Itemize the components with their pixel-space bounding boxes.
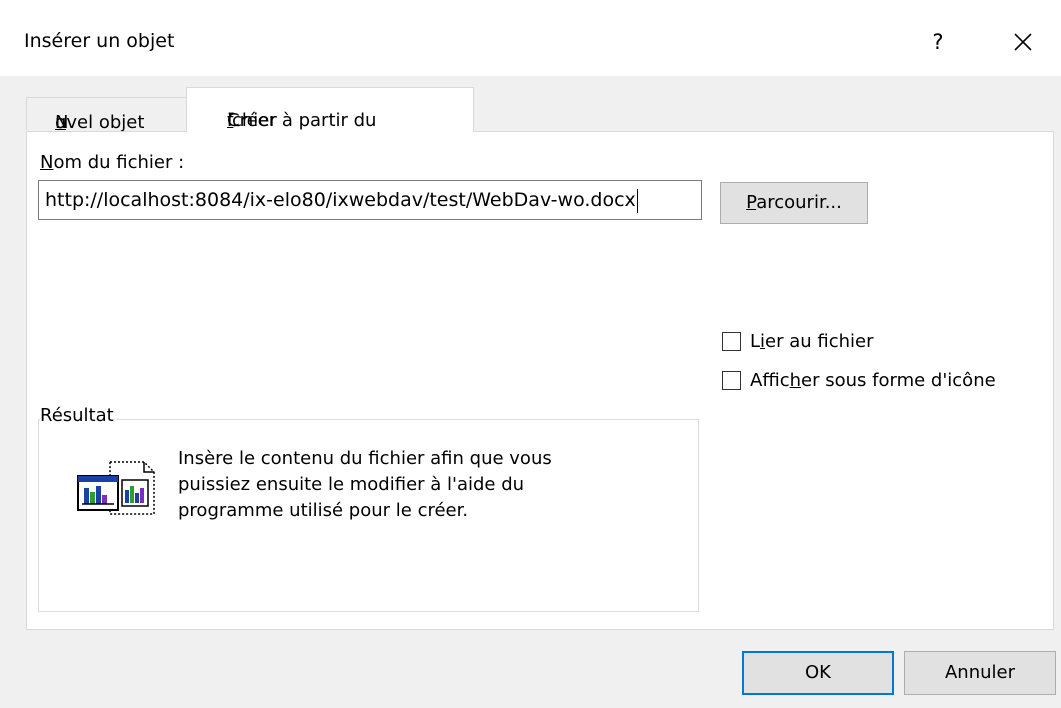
tab-nouvel-objet[interactable]: No uvel objet [26, 97, 188, 133]
display-as-icon-checkbox[interactable]: Afficher sous forme d'icône [722, 370, 996, 391]
dialog-title: Insérer un objet [24, 30, 175, 52]
title-bar: Insérer un objet ? [0, 0, 1061, 76]
checkbox-label: Afficher sous forme d'icône [750, 370, 996, 391]
checkbox-label: Lier au fichier [750, 331, 874, 352]
result-description: Insère le contenu du fichier afin que vo… [178, 446, 678, 524]
result-line: puissiez ensuite le modifier à l'aide du [178, 474, 525, 495]
tab-creer-a-partir-du-fichier[interactable]: Créer à partir du f ichier [186, 87, 474, 132]
close-icon [1014, 33, 1032, 51]
result-line: programme utilisé pour le créer. [178, 500, 469, 521]
help-button[interactable]: ? [916, 20, 960, 64]
embedded-document-icon [77, 461, 155, 515]
cancel-button[interactable]: Annuler [904, 651, 1056, 695]
browse-button[interactable]: Parcourir... [720, 182, 868, 224]
result-line: Insère le contenu du fichier afin que vo… [178, 448, 552, 469]
insert-object-dialog: Insérer un objet ? No uvel objet Créer à … [0, 0, 1061, 708]
filename-label: Nom du fichier : [40, 152, 185, 173]
help-icon: ? [932, 30, 944, 54]
close-button[interactable] [998, 20, 1048, 64]
checkbox-box[interactable] [722, 332, 741, 351]
filename-input[interactable]: http://localhost:8084/ix-elo80/ixwebdav/… [38, 180, 702, 220]
ok-button[interactable]: OK [742, 651, 894, 695]
result-legend: Résultat [40, 405, 116, 426]
checkbox-box[interactable] [722, 371, 741, 390]
text-caret [636, 188, 638, 213]
link-to-file-checkbox[interactable]: Lier au fichier [722, 331, 874, 352]
